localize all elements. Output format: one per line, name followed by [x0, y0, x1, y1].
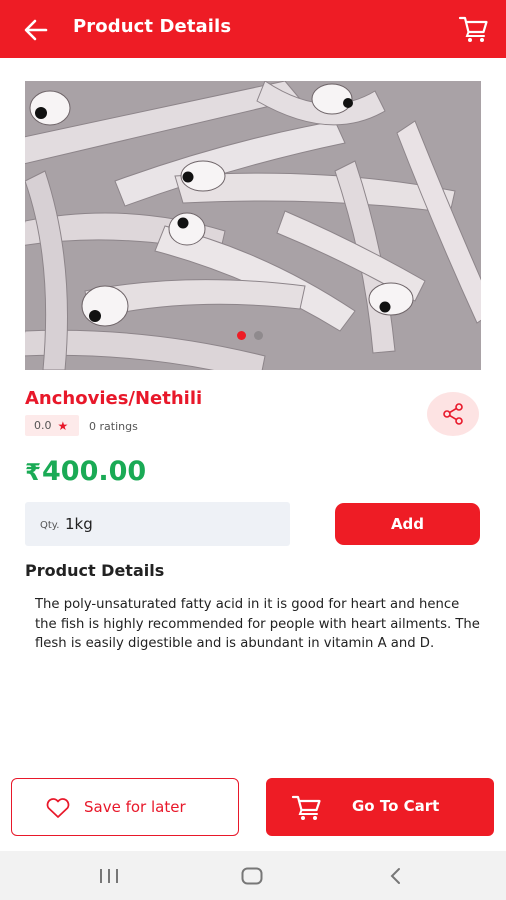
star-icon: ★	[57, 418, 69, 433]
product-image[interactable]	[25, 81, 481, 370]
add-button[interactable]: Add	[335, 503, 480, 545]
carousel-dot-active[interactable]	[237, 331, 246, 340]
details-text: The poly-unsaturated fatty acid in it is…	[35, 597, 480, 651]
app-bar: Product Details	[0, 0, 506, 58]
cart-icon[interactable]	[458, 14, 490, 44]
rating-badge: 0.0 ★	[25, 415, 79, 436]
quantity-value: 1kg	[65, 515, 93, 533]
cart-icon	[291, 795, 321, 820]
system-nav-bar	[0, 851, 506, 900]
carousel-dots	[237, 331, 263, 340]
quantity-selector[interactable]: Qty. 1kg	[25, 502, 290, 546]
page-title: Product Details	[73, 16, 232, 37]
arrow-left-icon[interactable]	[22, 16, 50, 44]
product-name: Anchovies/Nethili	[25, 388, 203, 409]
home-icon[interactable]	[241, 867, 263, 885]
carousel-dot[interactable]	[254, 331, 263, 340]
rating-value: 0.0	[34, 419, 52, 432]
recent-apps-icon[interactable]	[98, 868, 120, 884]
heart-icon	[46, 798, 70, 818]
go-to-cart-label: Go To Cart	[352, 797, 440, 815]
quantity-label: Qty.	[40, 520, 60, 531]
fish-photo	[25, 81, 481, 370]
product-price: ₹400.00	[25, 456, 146, 487]
go-to-cart-button[interactable]: Go To Cart	[266, 778, 494, 836]
save-for-later-button[interactable]: Save for later	[11, 778, 239, 836]
currency-symbol: ₹	[25, 460, 42, 486]
system-back-icon[interactable]	[388, 867, 402, 885]
price-value: 400.00	[42, 456, 147, 487]
save-for-later-label: Save for later	[84, 798, 186, 816]
share-button[interactable]	[427, 392, 479, 436]
share-icon	[443, 403, 463, 425]
ratings-count: 0 ratings	[89, 420, 138, 433]
details-heading: Product Details	[25, 561, 165, 580]
